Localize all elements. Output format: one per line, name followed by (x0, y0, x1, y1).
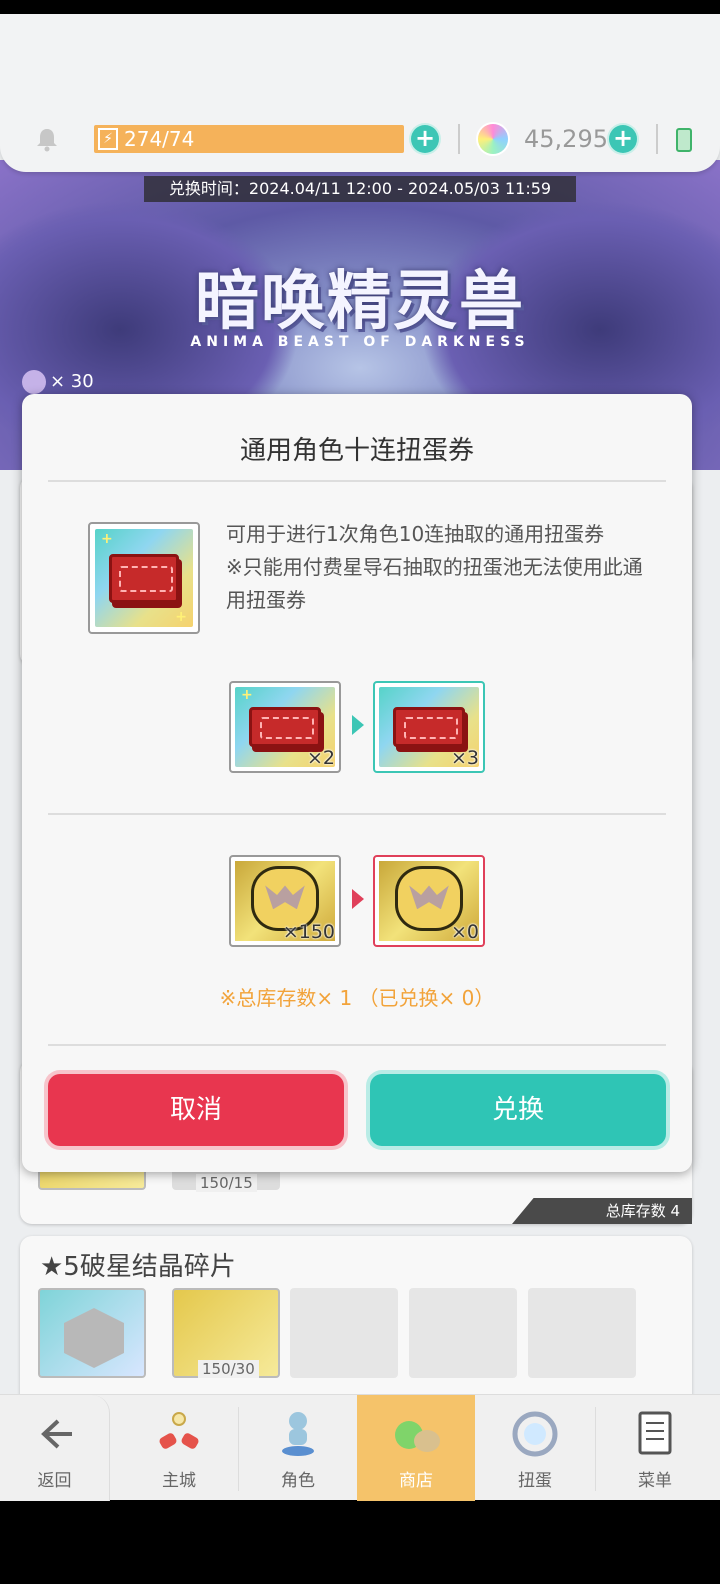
arrow-right-icon (352, 889, 364, 909)
resource-bar: ⚡ 274/74 + 45,295 + (0, 14, 720, 172)
ticket-after-count: ×3 (450, 747, 479, 769)
bell-icon[interactable] (34, 126, 60, 152)
town-icon (159, 1412, 199, 1449)
add-gems-button[interactable]: + (609, 125, 637, 153)
divider (48, 480, 666, 482)
bottom-nav: 返回 主城 角色 商店 扭蛋 菜单 (0, 1394, 720, 1501)
coin-before: ×150 (229, 855, 341, 947)
cost-count: 150/30 (198, 1360, 259, 1378)
stock-tag: 总库存数 4 (512, 1198, 692, 1224)
ticket-before: + ×2 (229, 681, 341, 773)
coin-after-count: ×0 (450, 921, 479, 943)
banner-subtitle: ANIMA BEAST OF DARKNESS (190, 334, 530, 350)
divider (48, 1044, 666, 1046)
coin-after: ×0 (373, 855, 485, 947)
gem-count: 45,295 (524, 125, 608, 153)
menu-list-icon (638, 1411, 672, 1455)
dialog-title: 通用角色十连扭蛋券 (239, 436, 474, 466)
nav-item-gacha[interactable]: 扭蛋 (475, 1395, 595, 1501)
empty-slot (290, 1288, 398, 1378)
item-description: 可用于进行1次角色10连抽取的通用扭蛋券 ※只能用付费星导石抽取的扭蛋池无法使用… (226, 522, 643, 612)
empty-slot (409, 1288, 517, 1378)
arrow-right-icon (352, 715, 364, 735)
divider (458, 124, 460, 154)
back-arrow-icon (40, 1419, 72, 1449)
add-stamina-button[interactable]: + (411, 125, 439, 153)
nav-item-characters[interactable]: 角色 (239, 1395, 357, 1501)
ticket-before-count: ×2 (306, 747, 335, 769)
character-icon (282, 1412, 314, 1456)
list-item[interactable]: ★5破星结晶碎片 150/30 (20, 1236, 692, 1406)
cost-slot: 150/30 (172, 1288, 280, 1378)
item-slot (38, 1288, 146, 1378)
cost-count: 150/15 (196, 1174, 257, 1192)
exchange-dialog: 通用角色十连扭蛋券 + + 可用于进行1次角色10连抽取的通用扭蛋券 ※只能用付… (22, 394, 692, 1172)
exchange-coin-icon (22, 370, 46, 394)
stamina-value: 274/74 (124, 127, 195, 151)
exchange-ticket-count: × 30 (22, 370, 94, 394)
nav-label: 扭蛋 (518, 1471, 552, 1491)
ticket-after: ×3 (373, 681, 485, 773)
coin-before-count: ×150 (282, 921, 335, 943)
gacha-ticket-icon: + + (95, 529, 193, 627)
gacha-icon (512, 1411, 558, 1457)
exchange-button[interactable]: 兑换 (370, 1074, 666, 1146)
nav-item-menu[interactable]: 菜单 (596, 1395, 714, 1501)
battery-icon (676, 128, 692, 152)
nav-label: 商店 (399, 1471, 433, 1491)
divider (656, 124, 658, 154)
cancel-button[interactable]: 取消 (48, 1074, 344, 1146)
item-title: ★5破星结晶碎片 (40, 1252, 236, 1282)
ticket-count-value: × 30 (50, 371, 94, 392)
system-status-bar (0, 0, 720, 14)
nav-item-shop[interactable]: 商店 (357, 1395, 475, 1501)
item-icon: + + (88, 522, 200, 634)
nav-label: 菜单 (638, 1471, 672, 1491)
nav-item-home[interactable]: 主城 (120, 1395, 238, 1501)
back-button[interactable]: 返回 (0, 1395, 110, 1501)
system-navigation-bar (0, 1500, 720, 1584)
empty-slot (528, 1288, 636, 1378)
nav-label: 主城 (162, 1471, 196, 1491)
crystal-shard-icon (64, 1308, 124, 1368)
star-stone-icon (478, 124, 508, 154)
nav-label: 返回 (37, 1471, 72, 1491)
divider (48, 813, 666, 815)
stock-note: ※总库存数× 1 （已兑换× 0） (219, 986, 495, 1010)
shop-bag-icon (395, 1421, 440, 1452)
nav-label: 角色 (281, 1471, 315, 1491)
stamina-bar: ⚡ 274/74 (94, 125, 404, 153)
exchange-period: 兑换时间：2024.04/11 12:00 - 2024.05/03 11:59 (144, 176, 576, 202)
lightning-icon: ⚡ (98, 128, 118, 150)
banner-title: 暗唤精灵兽 (195, 265, 525, 339)
